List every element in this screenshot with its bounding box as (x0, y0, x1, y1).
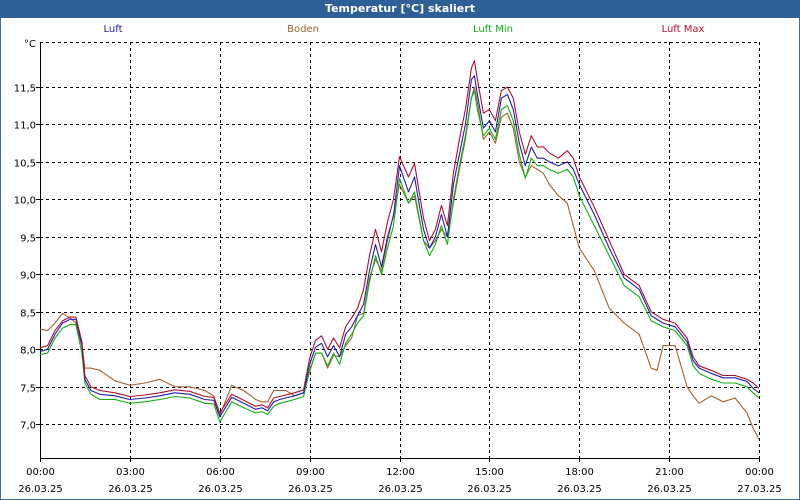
y-tick-label: 11,0 (14, 121, 36, 132)
x-tick-time: 00:00 (745, 467, 774, 478)
chart-series (39, 60, 760, 440)
chart-tick-labels: 7,0 7,5 8,0 8,5 9,0 9,5 10,0 10,5 11,0 11,5 °C 00:0… (14, 39, 782, 495)
chart-axes (36, 42, 760, 462)
x-tick-date: 27.03.25 (737, 484, 782, 495)
series-line-luft (39, 75, 760, 418)
y-tick-label: 9,0 (20, 271, 36, 282)
x-tick-date: 26.03.25 (108, 484, 153, 495)
x-tick-date: 26.03.25 (647, 484, 692, 495)
x-tick-time: 21:00 (655, 467, 684, 478)
y-tick-label: 8,5 (20, 309, 36, 320)
x-tick-date: 26.03.25 (467, 484, 512, 495)
x-tick-date: 26.03.25 (18, 484, 63, 495)
x-tick-date: 26.03.25 (557, 484, 602, 495)
y-tick-label: 7,0 (20, 421, 36, 432)
chart-grid (40, 42, 760, 458)
x-tick-date: 26.03.25 (378, 484, 423, 495)
x-tick-time: 15:00 (475, 467, 504, 478)
y-tick-label: 7,5 (20, 384, 36, 395)
x-tick-time: 00:00 (26, 467, 55, 478)
series-line-luft-min (39, 90, 760, 423)
x-tick-time: 12:00 (386, 467, 415, 478)
x-tick-date: 26.03.25 (198, 484, 243, 495)
y-tick-label: 11,5 (14, 84, 36, 95)
y-tick-label: 8,0 (20, 346, 36, 357)
x-tick-time: 09:00 (296, 467, 325, 478)
series-line-luft-max (39, 60, 760, 414)
series-line-boden (39, 86, 760, 440)
x-tick-time: 03:00 (116, 467, 145, 478)
y-tick-label: 10,0 (14, 196, 36, 207)
y-tick-label: 10,5 (14, 159, 36, 170)
temperature-chart: 7,0 7,5 8,0 8,5 9,0 9,5 10,0 10,5 11,0 11,5 °C 00:0… (14, 39, 782, 495)
x-tick-time: 18:00 (565, 467, 594, 478)
x-tick-time: 06:00 (206, 467, 235, 478)
y-tick-label: 9,5 (20, 234, 36, 245)
y-axis-unit: °C (24, 39, 36, 50)
x-tick-date: 26.03.25 (288, 484, 333, 495)
